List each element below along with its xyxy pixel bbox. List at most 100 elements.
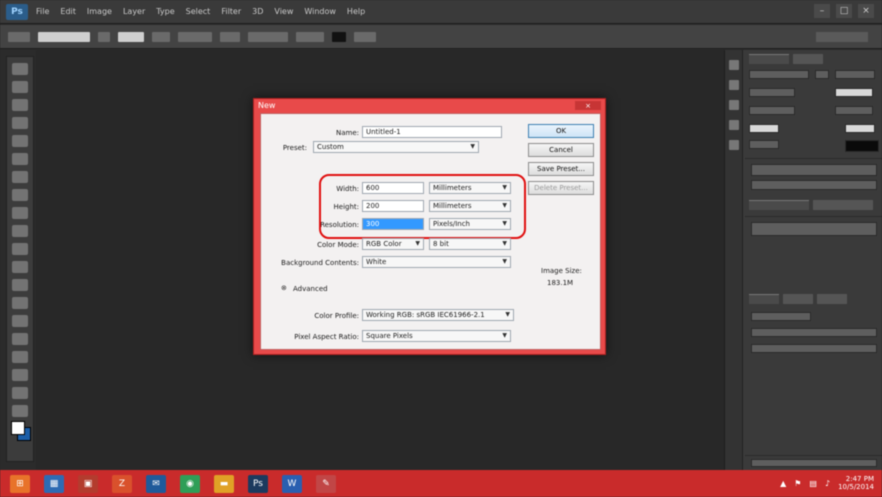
paint-icon[interactable]: ✎ [316, 474, 336, 493]
menu-help[interactable]: Help [347, 7, 365, 16]
network-icon[interactable]: ▤ [809, 479, 817, 488]
explorer-icon[interactable]: ▦ [44, 474, 64, 493]
color-profile-select[interactable]: Working RGB: sRGB IEC61966-2.1 ▼ [362, 309, 514, 321]
word-icon[interactable]: W [282, 474, 302, 493]
menu-type[interactable]: Type [156, 7, 174, 16]
mail-icon[interactable]: ✉ [146, 474, 166, 493]
font-size-field[interactable] [749, 88, 795, 97]
tray-arrow-icon[interactable]: ▲ [780, 479, 786, 488]
bit-depth-select[interactable]: 8 bit ▼ [429, 238, 511, 250]
layer-filter-select[interactable] [751, 312, 811, 321]
font-family-select[interactable] [749, 70, 809, 79]
opentype-buttons[interactable] [751, 180, 877, 190]
pen-tool-icon[interactable] [12, 315, 28, 327]
menu-window[interactable]: Window [304, 7, 336, 16]
text-style-buttons[interactable] [751, 164, 877, 176]
options-toggle[interactable] [152, 31, 170, 42]
maximize-button[interactable]: □ [836, 4, 852, 18]
history-brush-tool-icon[interactable] [12, 225, 28, 237]
filezilla-icon[interactable]: Z [112, 474, 132, 493]
menu-3d[interactable]: 3D [252, 7, 263, 16]
tool-preset-picker[interactable] [8, 31, 30, 42]
layer-footer-buttons[interactable] [751, 459, 877, 467]
blur-tool-icon[interactable] [12, 279, 28, 291]
lasso-tool-icon[interactable] [12, 99, 28, 111]
color-swatch[interactable] [332, 31, 346, 42]
type-tool-icon[interactable] [12, 333, 28, 345]
crop-tool-icon[interactable] [12, 135, 28, 147]
menu-image[interactable]: Image [87, 7, 112, 16]
chrome-icon[interactable]: ◉ [180, 474, 200, 493]
leading-field[interactable] [835, 88, 873, 97]
gradient-tool-icon[interactable] [12, 261, 28, 273]
marquee-tool-icon[interactable] [12, 81, 28, 93]
preset-select[interactable]: Custom ▼ [313, 141, 479, 153]
close-window-button[interactable]: × [858, 4, 874, 18]
text-color-swatch[interactable] [845, 140, 879, 152]
zoom-tool-icon[interactable] [12, 405, 28, 417]
shape-tool-icon[interactable] [12, 369, 28, 381]
character-panel-icon[interactable] [728, 100, 739, 110]
tracking-field[interactable] [835, 106, 873, 115]
healing-brush-tool-icon[interactable] [12, 171, 28, 183]
photoshop-taskbar-icon[interactable]: Ps [248, 474, 268, 493]
horizontal-scale-field[interactable] [845, 124, 875, 133]
options-toggle[interactable] [98, 31, 110, 42]
font-style-select[interactable] [815, 70, 829, 79]
paragraph-panel-icon[interactable] [728, 120, 739, 130]
dodge-tool-icon[interactable] [12, 297, 28, 309]
properties-panel-icon[interactable] [728, 80, 739, 90]
store-icon[interactable]: ▣ [78, 474, 98, 493]
cancel-button[interactable]: Cancel [528, 143, 594, 157]
delete-preset-button[interactable]: Delete Preset... [528, 181, 594, 195]
tab-adjustments[interactable] [749, 200, 809, 210]
menu-filter[interactable]: Filter [221, 7, 241, 16]
workspace-switcher[interactable] [816, 32, 868, 42]
volume-icon[interactable]: ♪ [825, 479, 830, 488]
adjustments-grid[interactable] [751, 222, 877, 236]
name-field[interactable]: Untitled-1 [362, 126, 502, 138]
folder-icon[interactable]: ▬ [214, 474, 234, 493]
options-field[interactable] [38, 31, 90, 42]
menu-edit[interactable]: Edit [60, 7, 76, 16]
options-field[interactable] [248, 31, 288, 42]
eraser-tool-icon[interactable] [12, 243, 28, 255]
brush-panel-icon[interactable] [728, 140, 739, 150]
clock[interactable]: 2:47 PM 10/5/2014 [838, 475, 874, 491]
menu-layer[interactable]: Layer [123, 7, 145, 16]
clone-stamp-tool-icon[interactable] [12, 207, 28, 219]
eyedropper-tool-icon[interactable] [12, 153, 28, 165]
advanced-toggle-icon[interactable]: ⊗ [281, 284, 287, 292]
blend-mode-select[interactable] [751, 328, 877, 337]
font-style-select[interactable] [835, 70, 875, 79]
ok-button[interactable]: OK [528, 124, 594, 138]
baseline-shift-field[interactable] [749, 140, 779, 149]
kerning-field[interactable] [749, 106, 795, 115]
flag-icon[interactable]: ⚑ [794, 479, 801, 488]
quick-select-tool-icon[interactable] [12, 117, 28, 129]
path-select-tool-icon[interactable] [12, 351, 28, 363]
options-field[interactable] [118, 31, 144, 42]
save-preset-button[interactable]: Save Preset... [528, 162, 594, 176]
start-button-icon[interactable]: ⊞ [10, 474, 30, 493]
hand-tool-icon[interactable] [12, 387, 28, 399]
brush-tool-icon[interactable] [12, 189, 28, 201]
advanced-label[interactable]: Advanced [293, 285, 328, 293]
pixel-aspect-ratio-select[interactable]: Square Pixels ▼ [362, 330, 511, 342]
tab-paragraph[interactable] [793, 54, 823, 64]
options-toggle[interactable] [220, 31, 240, 42]
tab-layers[interactable] [749, 294, 779, 304]
options-toggle[interactable] [354, 31, 376, 42]
color-mode-select[interactable]: RGB Color ▼ [362, 238, 424, 250]
tab-styles[interactable] [813, 200, 873, 210]
lock-controls[interactable] [751, 344, 877, 353]
tab-paths[interactable] [817, 294, 847, 304]
move-tool-icon[interactable] [12, 63, 28, 75]
options-field[interactable] [178, 31, 212, 42]
menu-view[interactable]: View [274, 7, 293, 16]
history-panel-icon[interactable] [728, 60, 739, 70]
menu-select[interactable]: Select [186, 7, 211, 16]
foreground-color-swatch[interactable] [11, 421, 25, 435]
tab-character[interactable] [749, 54, 789, 64]
tab-channels[interactable] [783, 294, 813, 304]
